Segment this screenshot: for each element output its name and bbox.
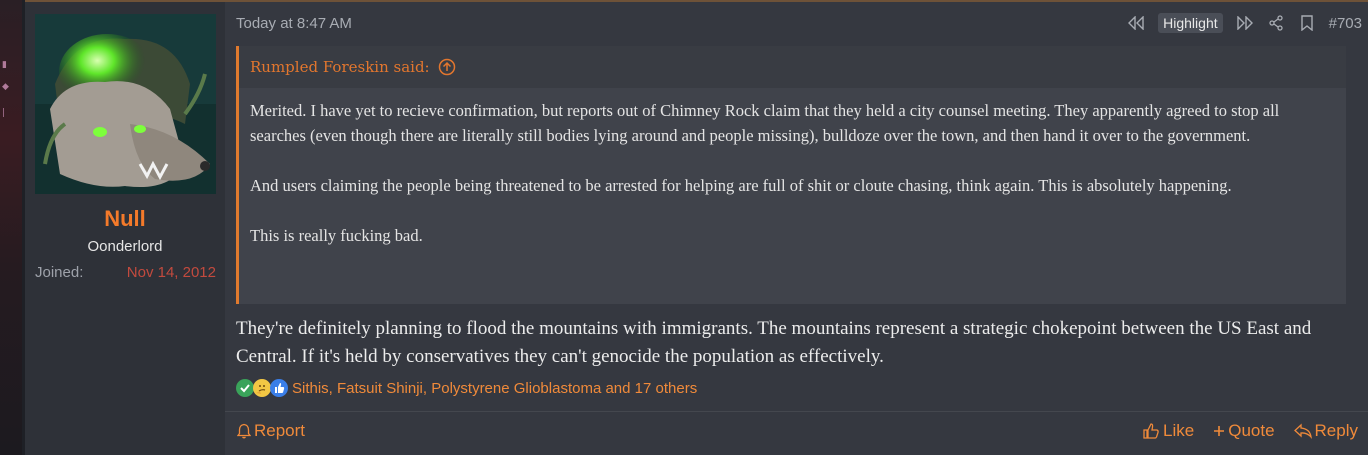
thumbs-up-icon [1143,423,1159,439]
quote-block: Rumpled Foreskin said: Merited. I have y… [236,46,1346,304]
quote-paragraph: Merited. I have yet to recieve confirmat… [250,101,1280,145]
joined-date: Nov 14, 2012 [126,264,216,281]
reactions-list[interactable]: Sithis, Fatsuit Shinji, Polystyrene Glio… [292,380,697,397]
arrow-up-circle-icon[interactable] [438,58,456,76]
quote-paragraph: This is really fucking bad. [250,226,423,245]
post-toolbar: Highlight #703 [1127,13,1362,33]
post-number[interactable]: #703 [1329,15,1362,32]
post-footer: Report Like Quote Reply [225,412,1368,455]
thumbs-up-icon [270,379,288,397]
rewind-icon[interactable] [1127,14,1145,32]
quote-label: Quote [1228,421,1275,440]
side-strip: ▮ ◆ | [0,0,22,455]
quote-header: Rumpled Foreskin said: [239,46,1346,88]
avatar[interactable] [35,14,216,194]
reply-button[interactable]: Reply [1293,421,1358,441]
forum-post: Null Oonderlord Joined: Nov 14, 2012 Tod… [25,0,1368,455]
user-title: Oonderlord [87,238,163,255]
quote-button[interactable]: Quote [1213,421,1275,441]
quote-content: Merited. I have yet to recieve confirmat… [250,98,1338,248]
reactions-bar[interactable]: Sithis, Fatsuit Shinji, Polystyrene Glio… [236,379,697,397]
quote-author[interactable]: Rumpled Foreskin said: [250,58,430,76]
bell-icon [237,423,251,439]
post-body: They're definitely planning to flood the… [236,318,1312,367]
joined-label: Joined: [35,264,84,281]
highlight-button[interactable]: Highlight [1158,13,1223,33]
thinking-icon [253,379,271,397]
post-timestamp[interactable]: Today at 8:47 AM [236,15,352,32]
like-label: Like [1163,421,1195,440]
like-button[interactable]: Like [1142,421,1194,441]
fast-forward-icon[interactable] [1236,14,1254,32]
reply-icon [1293,423,1312,439]
plus-icon [1214,426,1225,436]
post-actions: Like Quote Reply [1142,421,1358,441]
bookmark-icon[interactable] [1298,14,1316,32]
checkmark-icon [236,379,254,397]
quote-paragraph: And users claiming the people being thre… [250,176,1232,195]
report-button[interactable]: Report [237,421,305,441]
username[interactable]: Null [25,206,225,232]
user-column: Null Oonderlord Joined: Nov 14, 2012 [25,2,225,455]
post-main: Today at 8:47 AM Highlight #703 Rumpled … [225,2,1368,455]
share-icon[interactable] [1267,14,1285,32]
reply-label: Reply [1314,421,1358,440]
report-label: Report [254,421,306,440]
